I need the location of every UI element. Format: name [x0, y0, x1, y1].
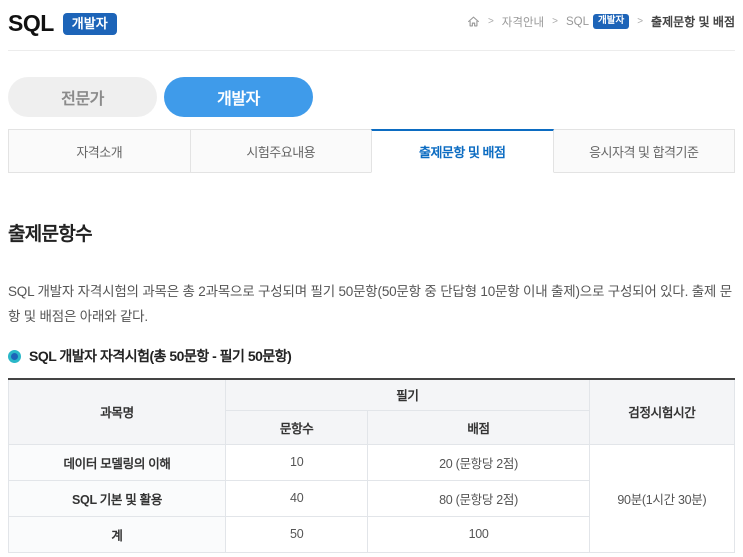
intro-paragraph: SQL 개발자 자격시험의 과목은 총 2과목으로 구성되며 필기 50문항(5… [8, 284, 732, 324]
title-wrap: SQL 개발자 [8, 10, 117, 37]
breadcrumb-separator: > [552, 16, 558, 27]
breadcrumb-separator: > [637, 16, 644, 27]
subject-cell: SQL 기본 및 활용 [7, 479, 227, 517]
col-header-points: 배점 [367, 409, 590, 445]
questions-cell: 40 [225, 479, 369, 517]
tab-eligibility-criteria[interactable]: 응시자격 및 합격기준 [552, 129, 735, 173]
breadcrumb: > 자격안내 > SQL 개발자 > 출제문항 및 배점 [467, 10, 735, 30]
col-header-written: 필기 [225, 378, 590, 411]
duration-cell: 90분(1시간 30분) [588, 443, 736, 553]
points-cell: 80 (문항당 2점) [367, 479, 590, 517]
track-selector: 전문가 개발자 [8, 77, 735, 117]
breadcrumb-item-guide[interactable]: 자격안내 [502, 14, 544, 30]
track-pill-expert[interactable]: 전문가 [8, 77, 157, 117]
points-cell: 20 (문항당 2점) [367, 443, 590, 481]
tab-qualification-intro[interactable]: 자격소개 [8, 129, 191, 173]
questions-cell: 50 [225, 515, 369, 553]
header-divider [8, 50, 735, 51]
subject-cell: 데이터 모델링의 이해 [7, 443, 227, 481]
page-title: SQL [8, 10, 54, 36]
section-heading: 출제문항수 [8, 224, 93, 245]
page-header: SQL 개발자 > 자격안내 > SQL 개발자 > 출제문항 및 배점 [8, 0, 735, 37]
col-header-duration: 검정시험시간 [588, 378, 736, 445]
questions-cell: 10 [225, 443, 369, 481]
tab-questions-and-points[interactable]: 출제문항 및 배점 [371, 129, 554, 173]
home-icon[interactable] [467, 15, 480, 28]
tab-exam-contents[interactable]: 시험주요내용 [189, 129, 372, 173]
breadcrumb-item-sql[interactable]: SQL 개발자 [565, 14, 630, 29]
subject-cell: 계 [7, 515, 227, 553]
breadcrumb-separator: > [487, 16, 494, 27]
col-header-question-count: 문항수 [225, 409, 369, 445]
section-tab-bar: 자격소개 시험주요내용 출제문항 및 배점 응시자격 및 합격기준 [8, 129, 735, 173]
points-cell: 100 [367, 515, 590, 553]
subsection-header: SQL 개발자 자격시험(총 50문항 - 필기 50문항) [8, 346, 735, 366]
track-pill-developer[interactable]: 개발자 [164, 77, 313, 117]
title-badge: 개발자 [62, 12, 117, 35]
page: SQL 개발자 > 자격안내 > SQL 개발자 > 출제문항 및 배점 전문가… [0, 0, 743, 557]
breadcrumb-sql-badge: 개발자 [592, 14, 630, 29]
dot-bullet-icon [8, 349, 21, 363]
table-row: 데이터 모델링의 이해 10 20 (문항당 2점) 90분(1시간 30분) [7, 443, 736, 553]
subsection-title: SQL 개발자 자격시험(총 50문항 - 필기 50문항) [29, 348, 292, 364]
exam-table: 과목명 필기 검정시험시간 문항수 배점 데이터 모델링의 이해 10 20 (… [7, 378, 736, 553]
breadcrumb-current: 출제문항 및 배점 [651, 15, 735, 29]
breadcrumb-item-sql-label: SQL [565, 15, 589, 28]
table-header-row: 과목명 필기 검정시험시간 [7, 378, 736, 445]
col-header-subject: 과목명 [7, 378, 227, 445]
